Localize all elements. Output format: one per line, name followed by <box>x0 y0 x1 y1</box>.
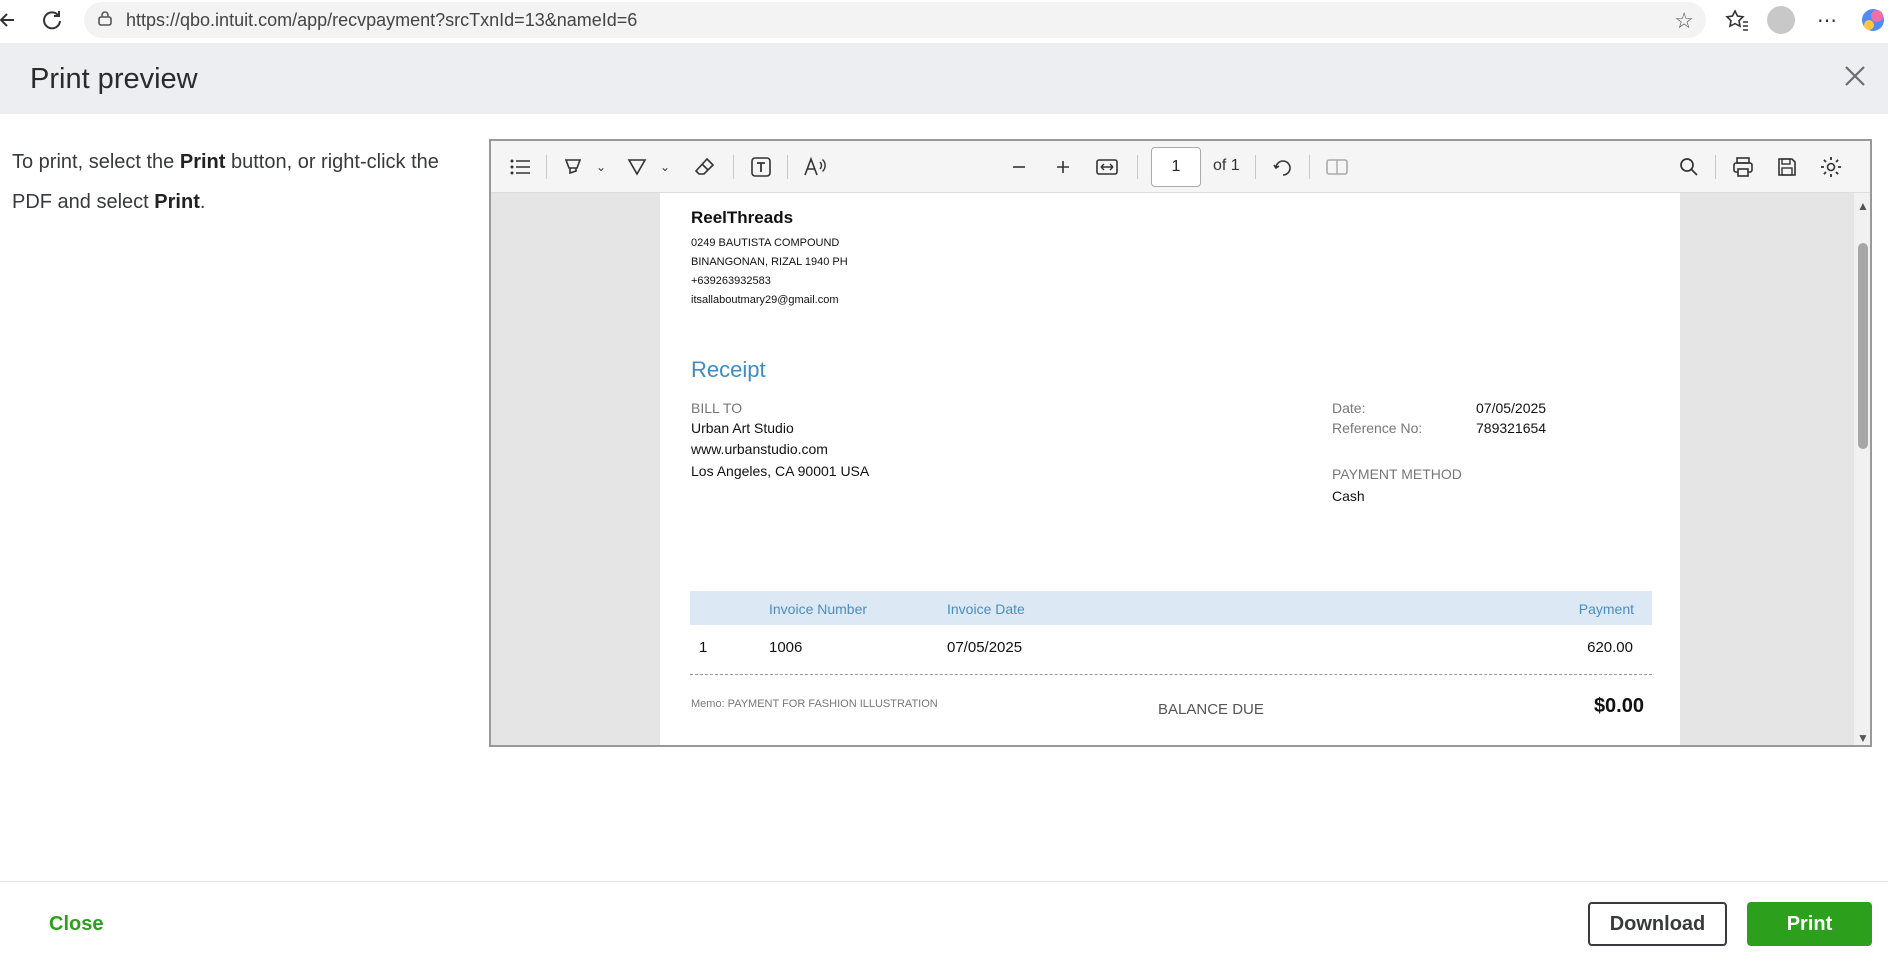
settings-gear-icon[interactable] <box>1817 153 1845 181</box>
print-preview-header: Print preview <box>0 43 1888 114</box>
row-payment: 620.00 <box>1587 639 1633 656</box>
highlight-dropdown-chevron-icon[interactable]: ⌄ <box>587 153 615 181</box>
reference-value: 789321654 <box>1476 420 1547 436</box>
rotate-icon[interactable] <box>1269 153 1297 181</box>
row-divider <box>690 674 1652 675</box>
zoom-out-icon[interactable] <box>1005 153 1033 181</box>
bill-to-address: Los Angeles, CA 90001 USA <box>691 463 870 479</box>
col-invoice-number: Invoice Number <box>769 601 868 617</box>
close-button[interactable]: Close <box>49 913 103 936</box>
profile-avatar-icon[interactable] <box>1766 5 1796 35</box>
company-address-line2: BINANGONAN, RIZAL 1940 PH <box>691 256 848 268</box>
row-index: 1 <box>699 639 708 656</box>
balance-due-value: $0.00 <box>1593 695 1644 717</box>
scroll-thumb[interactable] <box>1858 243 1868 449</box>
lock-icon <box>98 10 112 31</box>
memo-text: Memo: PAYMENT FOR FASHION ILLUSTRATION <box>691 698 938 710</box>
scroll-down-arrow-icon[interactable]: ▼ <box>1857 731 1869 745</box>
company-name: ReelThreads <box>691 208 794 227</box>
payment-method-label: PAYMENT METHOD <box>1332 466 1462 482</box>
instructions-print-bold: Print <box>179 151 226 173</box>
copilot-icon[interactable] <box>1858 5 1888 35</box>
date-label: Date: <box>1332 400 1366 416</box>
text-box-icon[interactable] <box>747 153 775 181</box>
read-aloud-icon[interactable] <box>801 153 829 181</box>
bill-to-website: www.urbanstudio.com <box>691 441 828 457</box>
refresh-icon[interactable] <box>38 6 66 34</box>
row-invoice-date: 07/05/2025 <box>947 639 1023 656</box>
scroll-up-arrow-icon[interactable]: ▲ <box>1857 199 1869 213</box>
print-button[interactable]: Print <box>1747 902 1872 946</box>
print-instructions: To print, select the Print button, or ri… <box>12 142 482 222</box>
search-icon[interactable] <box>1675 153 1703 181</box>
reference-label: Reference No: <box>1332 420 1423 436</box>
zoom-in-icon[interactable] <box>1049 153 1077 181</box>
footer-divider <box>0 881 1888 882</box>
pdf-viewer: ⌄ ⌄ 1 of 1 ReelThreads 0249 BAUTISTA COM… <box>489 139 1872 747</box>
col-invoice-date: Invoice Date <box>947 601 1025 617</box>
table-of-contents-icon[interactable] <box>507 153 535 181</box>
back-icon[interactable] <box>0 6 22 34</box>
bill-to-label: BILL TO <box>691 400 743 416</box>
instructions-print-bold-2: Print <box>154 191 200 213</box>
page-count: of 1 <box>1213 157 1240 174</box>
instructions-text-3: . <box>199 191 206 213</box>
pdf-document-area: ReelThreads 0249 BAUTISTA COMPOUND BINAN… <box>491 193 1870 745</box>
address-bar[interactable]: https://qbo.intuit.com/app/recvpayment?s… <box>84 2 1706 38</box>
draw-icon[interactable] <box>623 153 651 181</box>
pdf-toolbar: ⌄ ⌄ 1 of 1 <box>491 141 1870 193</box>
instructions-text: To print, select the <box>12 151 180 173</box>
draw-dropdown-chevron-icon[interactable]: ⌄ <box>651 153 679 181</box>
company-address-line1: 0249 BAUTISTA COMPOUND <box>691 237 840 249</box>
receipt-title: Receipt <box>691 357 766 382</box>
url-text: https://qbo.intuit.com/app/recvpayment?s… <box>126 9 638 30</box>
company-email: itsallaboutmary29@gmail.com <box>691 294 839 306</box>
date-value: 07/05/2025 <box>1476 400 1547 416</box>
page-number-input[interactable]: 1 <box>1151 147 1201 187</box>
row-invoice-number: 1006 <box>769 639 803 656</box>
close-icon[interactable] <box>1840 63 1870 93</box>
more-options-icon[interactable]: ⋯ <box>1812 5 1842 35</box>
download-button[interactable]: Download <box>1588 902 1727 946</box>
favorite-star-icon[interactable]: ☆ <box>1674 8 1694 34</box>
favorites-icon[interactable] <box>1722 5 1752 35</box>
payment-method-value: Cash <box>1332 488 1365 504</box>
page-title: Print preview <box>30 63 198 95</box>
col-payment: Payment <box>1578 601 1634 617</box>
save-icon[interactable] <box>1773 153 1801 181</box>
receipt-page: ReelThreads 0249 BAUTISTA COMPOUND BINAN… <box>660 193 1680 745</box>
page-view-icon <box>1323 153 1351 181</box>
pdf-scrollbar[interactable]: ▲ ▼ <box>1854 193 1870 745</box>
printer-icon[interactable] <box>1729 153 1757 181</box>
invoice-table-header: Invoice Number Invoice Date Payment <box>690 591 1652 625</box>
highlight-icon[interactable] <box>559 153 587 181</box>
company-phone: +639263932583 <box>691 275 771 287</box>
eraser-icon[interactable] <box>691 153 719 181</box>
balance-due-label: BALANCE DUE <box>1158 701 1264 718</box>
fit-width-icon[interactable] <box>1093 153 1121 181</box>
bill-to-name: Urban Art Studio <box>691 420 794 436</box>
browser-toolbar: https://qbo.intuit.com/app/recvpayment?s… <box>0 0 1888 40</box>
